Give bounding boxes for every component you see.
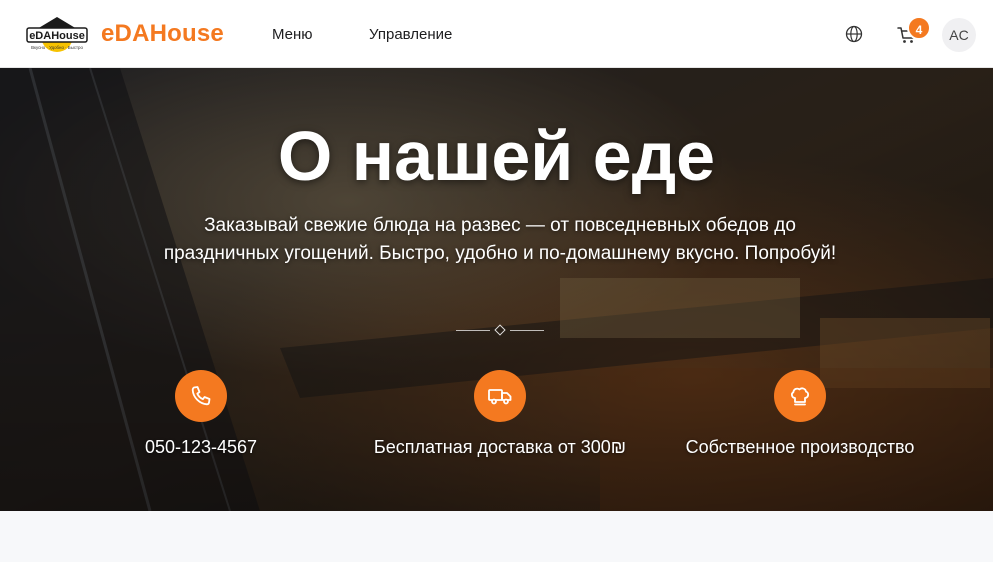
nav-management[interactable]: Управление	[369, 25, 452, 45]
user-avatar[interactable]: AC	[942, 18, 976, 52]
logo[interactable]: eDAHouse Вкусно · Удобно · Быстро	[26, 14, 88, 54]
content-area	[0, 511, 993, 562]
logo-tagline: Вкусно · Удобно · Быстро	[31, 45, 83, 50]
chef-hat-icon	[774, 370, 826, 422]
nav-menu[interactable]: Меню	[272, 25, 313, 45]
brand-name[interactable]: eDAHouse	[101, 20, 224, 48]
logo-text: eDAHouse	[29, 30, 85, 42]
divider-right	[510, 330, 544, 331]
phone-icon	[175, 370, 227, 422]
hero-section: О нашей еде Заказывай свежие блюда на ра…	[0, 68, 993, 511]
feature-delivery-label: Бесплатная доставка от 300₪	[373, 437, 627, 457]
truck-icon	[474, 370, 526, 422]
top-header: eDAHouse Вкусно · Удобно · Быстро eDAHou…	[0, 0, 993, 68]
cart-count-badge: 4	[907, 16, 931, 40]
divider-left	[456, 330, 490, 331]
hero-subtitle: Заказывай свежие блюда на развес — от по…	[163, 215, 837, 264]
feature-production-label: Собственное производство	[685, 437, 915, 457]
globe-icon[interactable]	[845, 25, 863, 43]
feature-phone-label[interactable]: 050-123-4567	[51, 436, 351, 458]
hero-title: О нашей еде	[277, 117, 716, 195]
